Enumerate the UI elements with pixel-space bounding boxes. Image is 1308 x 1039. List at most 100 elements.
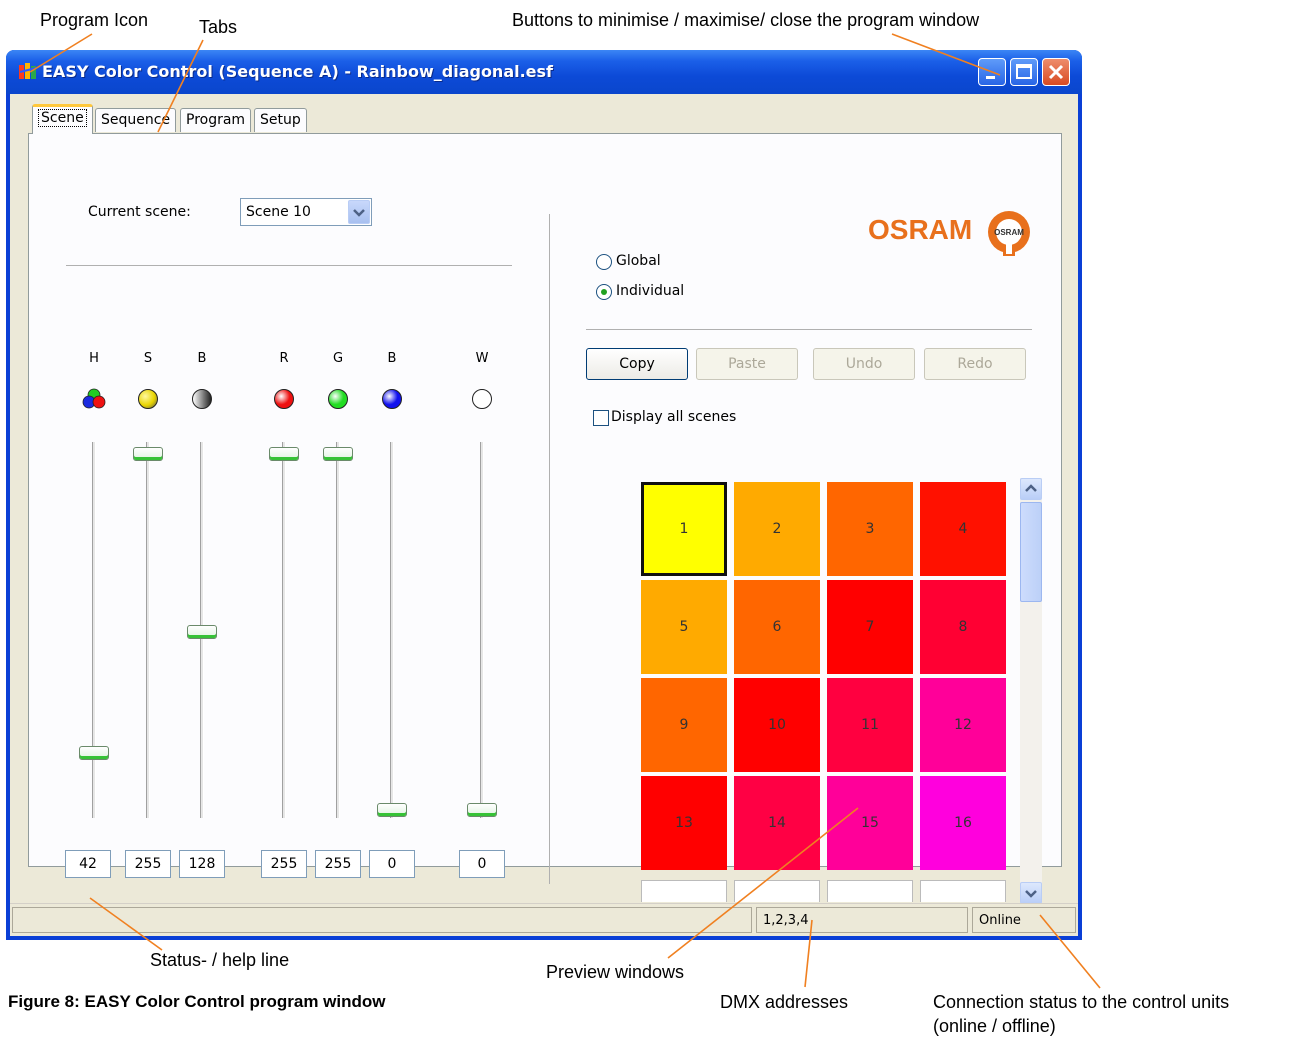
slider-track[interactable]: [480, 442, 484, 818]
global-label: Global: [616, 253, 661, 269]
preview-cell-label: 12: [954, 717, 972, 733]
pane-divider: [549, 214, 550, 884]
current-scene-select[interactable]: Scene 10: [240, 198, 372, 226]
global-radio[interactable]: [596, 254, 612, 270]
preview-cell-label: 14: [768, 815, 786, 831]
scroll-up-button[interactable]: [1020, 478, 1042, 500]
preview-cell-label: 6: [772, 619, 782, 635]
undo-button[interactable]: Undo: [813, 348, 915, 380]
display-all-scenes-checkbox[interactable]: [593, 410, 609, 426]
preview-scrollbar[interactable]: [1020, 478, 1042, 904]
slider-track[interactable]: [282, 442, 286, 818]
tab-sequence[interactable]: Sequence: [95, 108, 177, 132]
tab-sequence-label: Sequence: [101, 112, 171, 128]
preview-cell-label: 8: [958, 619, 968, 635]
copy-button[interactable]: Copy: [586, 348, 688, 380]
preview-cell[interactable]: 16: [920, 776, 1006, 870]
preview-cell-label: 3: [865, 521, 875, 537]
close-button[interactable]: [1042, 58, 1070, 86]
channel-label: S: [143, 351, 153, 366]
preview-cell[interactable]: 13: [641, 776, 727, 870]
minimize-icon: [986, 76, 995, 79]
slider-track[interactable]: [146, 442, 150, 818]
preview-cell[interactable]: 2: [734, 482, 820, 576]
annotation-connection-status: Connection status to the control units: [933, 992, 1230, 1012]
current-scene-value: Scene 10: [246, 204, 311, 220]
slider-thumb[interactable]: [269, 447, 299, 461]
client-area: Scene Sequence Program Setup Current sce…: [10, 94, 1078, 936]
redo-button[interactable]: Redo: [924, 348, 1026, 380]
preview-cell[interactable]: 11: [827, 678, 913, 772]
slider-thumb[interactable]: [133, 447, 163, 461]
slider-track[interactable]: [390, 442, 394, 818]
preview-cell[interactable]: 12: [920, 678, 1006, 772]
preview-cell-label: 15: [861, 815, 879, 831]
slider-track[interactable]: [92, 442, 96, 818]
channel-value-field[interactable]: 0: [459, 850, 505, 878]
preview-cell-empty: [734, 880, 820, 902]
preview-cell[interactable]: 5: [641, 580, 727, 674]
program-icon[interactable]: [18, 62, 38, 82]
chevron-down-icon: [1025, 890, 1037, 898]
paste-button[interactable]: Paste: [696, 348, 798, 380]
chevron-down-icon: [353, 209, 365, 217]
scroll-down-button[interactable]: [1020, 882, 1042, 904]
slider-thumb[interactable]: [377, 803, 407, 817]
channel-value-field[interactable]: 0: [369, 850, 415, 878]
preview-cell-label: 4: [958, 521, 968, 537]
individual-radio[interactable]: [596, 284, 612, 300]
dropdown-button[interactable]: [348, 200, 370, 224]
maximize-icon: [1016, 64, 1032, 79]
preview-cell[interactable]: 3: [827, 482, 913, 576]
tab-program[interactable]: Program: [180, 108, 252, 132]
channel-value-field[interactable]: 128: [179, 850, 225, 878]
preview-cell-empty: [827, 880, 913, 902]
slider-track[interactable]: [336, 442, 340, 818]
preview-cell-label: 9: [679, 717, 689, 733]
channel-value-field[interactable]: 42: [65, 850, 111, 878]
maximize-button[interactable]: [1010, 58, 1038, 86]
program-window: EASY Color Control (Sequence A) - Rainbo…: [6, 50, 1082, 940]
annotation-window-buttons: Buttons to minimise / maximise/ close th…: [512, 10, 980, 30]
channel-value-field[interactable]: 255: [125, 850, 171, 878]
tab-scene[interactable]: Scene: [32, 104, 93, 134]
preview-cell-label: 7: [865, 619, 875, 635]
preview-cell-label: 5: [679, 619, 689, 635]
status-help-line: [12, 907, 752, 933]
scroll-thumb[interactable]: [1020, 502, 1042, 602]
preview-cell-label: 2: [772, 521, 782, 537]
channel-label: H: [89, 351, 99, 366]
brightness-icon: [192, 389, 212, 409]
preview-cell[interactable]: 10: [734, 678, 820, 772]
preview-cell[interactable]: 7: [827, 580, 913, 674]
title-bar[interactable]: EASY Color Control (Sequence A) - Rainbo…: [6, 50, 1082, 94]
channel-value-field[interactable]: 255: [315, 850, 361, 878]
chevron-up-icon: [1025, 484, 1037, 492]
svg-text:OSRAM: OSRAM: [994, 228, 1024, 237]
tab-program-label: Program: [186, 112, 246, 128]
annotation-tabs: Tabs: [199, 17, 238, 37]
preview-cell[interactable]: 9: [641, 678, 727, 772]
preview-cell[interactable]: 15: [827, 776, 913, 870]
slider-thumb[interactable]: [187, 625, 217, 639]
preview-cell-label: 16: [954, 815, 972, 831]
osram-bulb-icon: OSRAM: [988, 211, 1030, 256]
preview-cell[interactable]: 6: [734, 580, 820, 674]
preview-cell-label: 10: [768, 717, 786, 733]
preview-cell[interactable]: 14: [734, 776, 820, 870]
slider-thumb[interactable]: [79, 746, 109, 761]
white-icon: [472, 389, 492, 409]
channel-label: W: [475, 351, 489, 366]
channel-label: G: [332, 351, 344, 366]
minimize-button[interactable]: [978, 58, 1006, 86]
preview-cell[interactable]: 1: [641, 482, 727, 576]
slider-thumb[interactable]: [323, 447, 353, 461]
green-icon: [328, 389, 348, 409]
preview-cell[interactable]: 8: [920, 580, 1006, 674]
slider-thumb[interactable]: [467, 803, 497, 817]
preview-cell-label: 11: [861, 717, 879, 733]
preview-cell[interactable]: 4: [920, 482, 1006, 576]
tab-setup[interactable]: Setup: [254, 108, 307, 132]
channel-value-field[interactable]: 255: [261, 850, 307, 878]
channel-label: R: [279, 351, 289, 366]
